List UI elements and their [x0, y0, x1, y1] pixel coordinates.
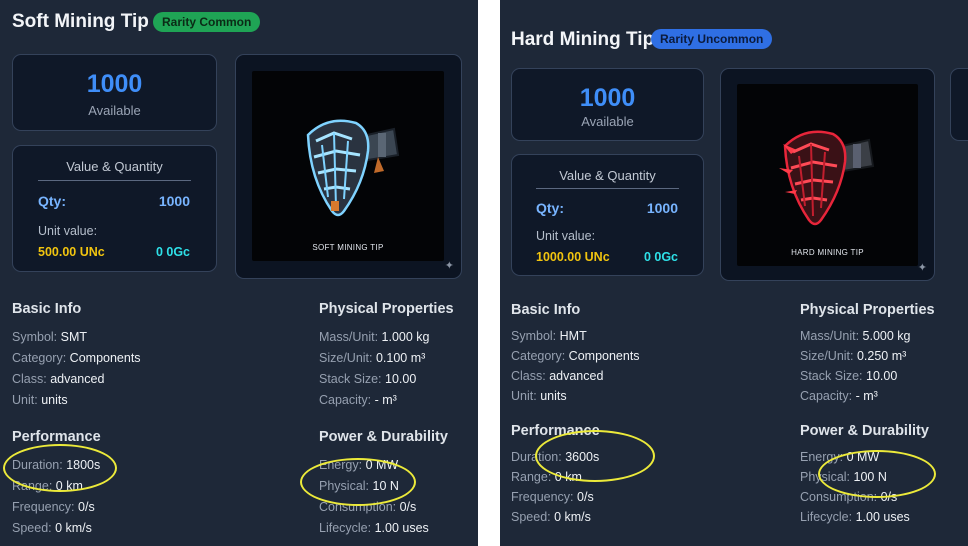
basic-info-heading: Basic Info: [12, 301, 82, 317]
value-quantity-title: Value & Quantity: [66, 159, 163, 174]
available-card: 1000 Available: [12, 54, 217, 131]
divider: [536, 188, 679, 189]
power-durability-heading: Power & Durability: [319, 429, 448, 445]
prop-class: Class: advanced: [12, 372, 105, 386]
prop-mass: Mass/Unit: 5.000 kg: [800, 329, 911, 343]
next-card-edge: [950, 68, 968, 141]
qty-label: Qty:: [38, 193, 66, 209]
divider: [38, 180, 191, 181]
prop-unit: Unit: units: [511, 389, 567, 403]
available-label: Available: [88, 103, 141, 118]
prop-energy: Energy: 0 MW: [800, 450, 880, 464]
rarity-badge: Rarity Common: [153, 12, 261, 32]
prop-capacity: Capacity: - m³: [319, 393, 397, 407]
performance-heading: Performance: [511, 423, 600, 439]
prop-physical: Physical: 10 N: [319, 479, 399, 493]
hard-mining-tip-icon: [779, 130, 875, 226]
available-count: 1000: [86, 70, 143, 98]
prop-energy: Energy: 0 MW: [319, 458, 399, 472]
hard-mining-tip-panel: Hard Mining Tip Rarity Uncommon 1000 Ava…: [500, 0, 968, 546]
unit-value-unc: 500.00 UNc: [38, 245, 105, 259]
qty-value: 1000: [158, 193, 190, 209]
unit-value-gc: 0 0Gc: [643, 250, 678, 264]
available-label: Available: [581, 114, 634, 129]
soft-mining-tip-icon: [306, 119, 400, 217]
qty-label: Qty:: [536, 200, 564, 216]
prop-lifecycle: Lifecycle: 1.00 uses: [800, 510, 910, 524]
prop-consumption: Consumption: 0/s: [319, 500, 417, 514]
item-image: SOFT MINING TIP: [252, 71, 444, 261]
qty-value: 1000: [646, 200, 678, 216]
prop-physical: Physical: 100 N: [800, 470, 887, 484]
unit-value-unc: 1000.00 UNc: [536, 250, 610, 264]
unit-value-gc: 0 0Gc: [155, 245, 190, 259]
item-title: Soft Mining Tip: [12, 11, 149, 32]
basic-info-heading: Basic Info: [511, 302, 581, 318]
prop-range: Range: 0 km: [511, 470, 582, 484]
item-image-card[interactable]: SOFT MINING TIP ✦: [235, 54, 462, 279]
prop-frequency: Frequency: 0/s: [511, 490, 594, 504]
item-image-card[interactable]: HARD MINING TIP ✦: [720, 68, 935, 281]
rarity-badge: Rarity Uncommon: [651, 29, 773, 49]
available-count: 1000: [579, 84, 636, 112]
prop-category: Category: Components: [511, 349, 640, 363]
prop-symbol: Symbol: HMT: [511, 329, 587, 343]
prop-stack-size: Stack Size: 10.00: [319, 372, 417, 386]
prop-speed: Speed: 0 km/s: [511, 510, 591, 524]
sparkle-icon[interactable]: ✦: [445, 259, 454, 272]
item-title: Hard Mining Tip: [511, 29, 655, 50]
value-quantity-card: Value & Quantity Qty: 1000 Unit value: 1…: [511, 154, 704, 276]
prop-size: Size/Unit: 0.100 m³: [319, 351, 426, 365]
value-quantity-card: Value & Quantity Qty: 1000 Unit value: 5…: [12, 145, 217, 272]
physical-properties-heading: Physical Properties: [800, 302, 935, 318]
prop-lifecycle: Lifecycle: 1.00 uses: [319, 521, 429, 535]
prop-class: Class: advanced: [511, 369, 604, 383]
prop-unit: Unit: units: [12, 393, 68, 407]
prop-mass: Mass/Unit: 1.000 kg: [319, 330, 430, 344]
prop-duration: Duration: 1800s: [12, 458, 101, 472]
physical-properties-heading: Physical Properties: [319, 301, 454, 317]
item-image: HARD MINING TIP: [737, 84, 918, 266]
prop-duration: Duration: 3600s: [511, 450, 600, 464]
sparkle-icon[interactable]: ✦: [918, 261, 927, 274]
prop-symbol: Symbol: SMT: [12, 330, 88, 344]
power-durability-heading: Power & Durability: [800, 423, 929, 439]
prop-size: Size/Unit: 0.250 m³: [800, 349, 907, 363]
prop-speed: Speed: 0 km/s: [12, 521, 92, 535]
unit-value-label: Unit value:: [38, 224, 98, 238]
image-caption: HARD MINING TIP: [791, 248, 864, 257]
prop-category: Category: Components: [12, 351, 141, 365]
value-quantity-title: Value & Quantity: [559, 168, 656, 183]
prop-capacity: Capacity: - m³: [800, 389, 878, 403]
prop-range: Range: 0 km: [12, 479, 83, 493]
performance-heading: Performance: [12, 429, 101, 445]
prop-frequency: Frequency: 0/s: [12, 500, 95, 514]
soft-mining-tip-panel: Soft Mining Tip Rarity Common 1000 Avail…: [0, 0, 478, 546]
image-caption: SOFT MINING TIP: [312, 243, 384, 252]
available-card: 1000 Available: [511, 68, 704, 141]
prop-stack-size: Stack Size: 10.00: [800, 369, 898, 383]
prop-consumption: Consumption: 0/s: [800, 490, 898, 504]
unit-value-label: Unit value:: [536, 229, 596, 243]
